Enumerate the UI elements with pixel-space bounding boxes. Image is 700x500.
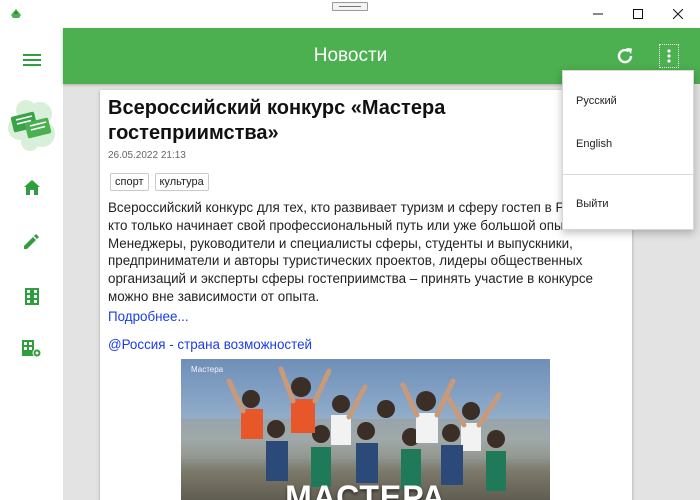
menu-icon [22,54,41,66]
sidebar-item-edit[interactable] [0,221,63,261]
menu-item-english[interactable]: English [563,126,693,162]
minimize-icon [593,13,603,15]
maximize-icon [633,9,643,19]
sidebar-item-building-settings[interactable] [0,329,63,369]
close-button[interactable] [656,0,700,28]
app-window: Новости Всероссийский конкурс «Мастера г… [0,0,700,500]
sidebar-item-buildings[interactable] [0,276,63,316]
read-more-link[interactable]: Подробнее... [108,309,189,324]
refresh-button[interactable] [611,42,639,70]
sidebar [0,28,63,500]
source-link[interactable]: @Россия - страна возможностей [108,337,312,352]
sidebar-logo [0,92,63,156]
sidebar-menu-button[interactable] [0,40,63,80]
title-bar [0,0,700,28]
maximize-button[interactable] [616,0,660,28]
pencil-icon [23,234,39,249]
news-card: Всероссийский конкурс «Мастера гостеприи… [100,90,632,500]
building-settings-icon [21,340,41,358]
building-icon [24,287,39,305]
article-title: Всероссийский конкурс «Мастера гостеприи… [108,97,446,144]
article-image: Мастера МАСТЕРА [181,359,550,500]
menu-divider [563,174,693,175]
menu-item-logout[interactable]: Выйти [563,186,693,222]
more-options-button[interactable] [659,44,679,68]
page-title: Новости [313,45,388,66]
sidebar-item-home[interactable] [0,167,63,207]
home-icon [23,179,40,195]
photo-caption: МАСТЕРА [285,479,446,500]
refresh-icon [617,48,633,64]
drag-handle[interactable] [332,2,368,11]
tag-chip[interactable]: спорт [110,173,149,191]
tag-chip[interactable]: культура [154,173,209,191]
article-date: 26.05.2022 21:13 [108,150,186,161]
article-text: Всероссийский конкурс для тех, кто разви… [108,200,604,304]
close-icon [673,9,683,19]
app-icon [11,9,21,18]
photo-logo-text: Мастера [191,365,224,374]
minimize-button[interactable] [576,0,620,28]
more-vert-icon [667,49,671,63]
menu-item-russian[interactable]: Русский [563,83,693,119]
article-tags: спорт культура [110,173,209,191]
options-menu: Русский English Выйти [562,70,694,230]
chat-bubbles-logo-icon [7,100,55,151]
